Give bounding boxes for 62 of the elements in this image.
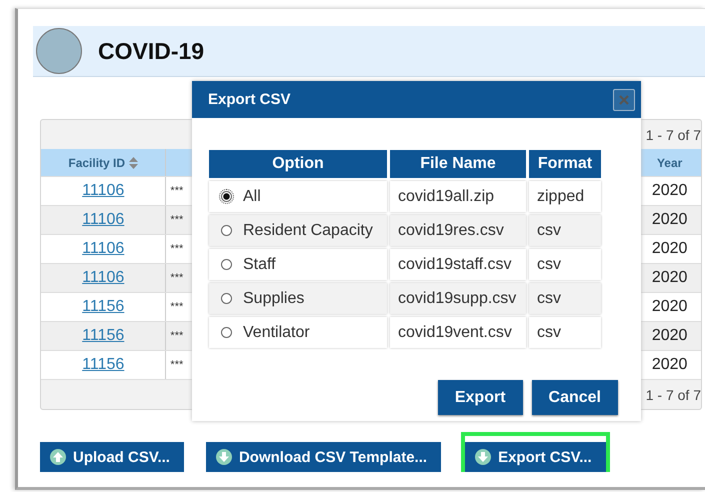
- masked-text: ***: [170, 214, 184, 226]
- facility-id-link[interactable]: 11156: [82, 298, 124, 316]
- option-radio[interactable]: Ventilator: [209, 317, 387, 348]
- column-header: File Name: [390, 150, 526, 178]
- up-arrow-icon: [50, 449, 66, 465]
- masked-text: ***: [170, 185, 184, 197]
- facility-id-link[interactable]: 11106: [82, 182, 124, 200]
- page-title: COVID-19: [98, 38, 204, 64]
- column-header[interactable]: Facility ID: [41, 149, 166, 176]
- masked-text: ***: [170, 243, 184, 255]
- year-text: 2020: [652, 211, 688, 229]
- year-text: 2020: [652, 298, 688, 316]
- table-cell: covid19staff.csv: [390, 249, 526, 280]
- masked-text: ***: [170, 272, 184, 284]
- export-button[interactable]: Export: [438, 380, 523, 415]
- option-radio[interactable]: Staff: [209, 249, 387, 280]
- table-cell: csv: [529, 215, 601, 246]
- close-button[interactable]: [613, 88, 635, 110]
- upload-button[interactable]: Upload CSV...: [40, 442, 184, 472]
- year-text: 2020: [652, 269, 688, 287]
- photo-placeholder: [36, 28, 82, 74]
- radio-button[interactable]: [221, 327, 232, 338]
- facility-id-link[interactable]: 11106: [82, 211, 124, 229]
- facility-id-link[interactable]: 11156: [82, 356, 124, 374]
- table-cell: covid19res.csv: [390, 215, 526, 246]
- download-button[interactable]: Export CSV...: [465, 442, 606, 472]
- dialog-title: Export CSV: [208, 91, 291, 108]
- radio-button[interactable]: [221, 225, 232, 236]
- table-cell: covid19supp.csv: [390, 283, 526, 314]
- table-cell: csv: [529, 283, 601, 314]
- table-cell: covid19all.zip: [390, 181, 526, 212]
- pager-text: 1 - 7 of 7: [646, 386, 701, 402]
- down-arrow-icon: [216, 449, 232, 465]
- download-button[interactable]: Download CSV Template...: [206, 442, 442, 472]
- table-cell: covid19vent.csv: [390, 317, 526, 348]
- facility-id-link[interactable]: 11106: [82, 240, 124, 258]
- table-cell: csv: [529, 317, 601, 348]
- option-radio[interactable]: Resident Capacity: [209, 215, 387, 246]
- year-text: 2020: [652, 327, 688, 345]
- masked-text: ***: [170, 301, 184, 313]
- close-icon: [618, 94, 630, 106]
- option-radio[interactable]: Supplies: [209, 283, 387, 314]
- year-text: 2020: [652, 182, 688, 200]
- column-header: Format: [529, 150, 601, 178]
- radio-button[interactable]: [221, 259, 232, 270]
- facility-id-link[interactable]: 11156: [82, 327, 124, 345]
- option-radio[interactable]: All: [209, 181, 387, 212]
- radio-button[interactable]: [221, 293, 232, 304]
- table-cell: zipped: [529, 181, 601, 212]
- year-text: 2020: [652, 356, 688, 374]
- column-header[interactable]: Year: [638, 149, 701, 176]
- table-cell: csv: [529, 249, 601, 280]
- sort-icon: [129, 156, 138, 168]
- masked-text: ***: [170, 330, 184, 342]
- masked-text: ***: [170, 359, 184, 371]
- column-header: Option: [209, 150, 387, 178]
- year-text: 2020: [652, 240, 688, 258]
- facility-id-link[interactable]: 11106: [82, 269, 124, 287]
- radio-button[interactable]: [221, 191, 232, 202]
- down-arrow-icon: [475, 449, 492, 465]
- cancel-button[interactable]: Cancel: [532, 380, 618, 415]
- pager-text: 1 - 7 of 7: [646, 126, 701, 142]
